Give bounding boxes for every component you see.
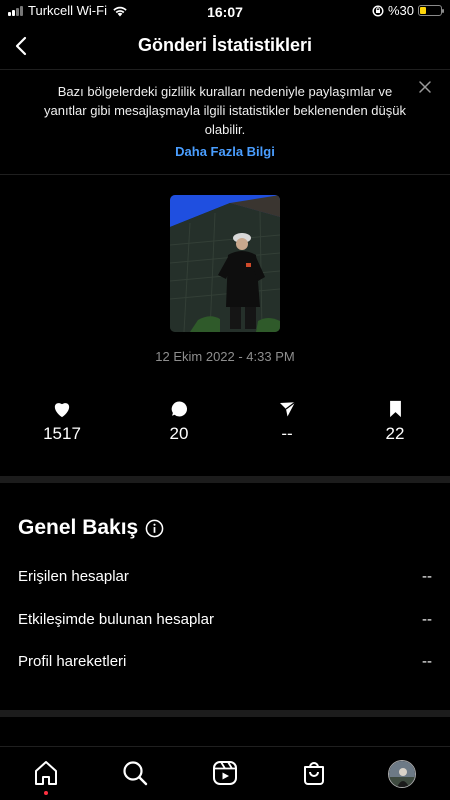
overview-title: Genel Bakış [18, 516, 139, 539]
battery-percent: %30 [387, 3, 414, 18]
section-divider [0, 710, 450, 717]
comments-count: 20 [169, 424, 189, 443]
heart-icon [54, 403, 70, 418]
metric-label: Profil hareketleri [18, 653, 127, 670]
metric-value: -- [422, 611, 432, 628]
search-icon[interactable] [121, 759, 149, 787]
section-divider [0, 476, 450, 483]
info-icon[interactable] [145, 519, 164, 538]
notification-dot [44, 791, 48, 795]
shares-stat: -- [252, 400, 322, 444]
privacy-notice: Bazı bölgelerdeki gizlilik kuralları ned… [0, 70, 450, 175]
metric-label: Erişilen hesaplar [18, 568, 129, 585]
send-icon [279, 401, 295, 417]
likes-count: 1517 [43, 424, 81, 443]
metric-value: -- [422, 653, 432, 670]
reels-icon[interactable] [211, 759, 239, 787]
notice-text: Bazı bölgelerdeki gizlilik kuralları ned… [43, 84, 406, 137]
saves-count: 22 [385, 424, 405, 443]
post-date: 12 Ekim 2022 - 4:33 PM [155, 349, 295, 364]
profile-avatar[interactable] [388, 760, 416, 788]
metric-value: -- [422, 568, 432, 585]
close-icon[interactable] [418, 80, 432, 94]
avatar-image [389, 761, 415, 787]
metric-row-engaged[interactable]: Etkileşimde bulunan hesaplar -- [18, 611, 432, 633]
post-image [170, 195, 280, 332]
status-right: %30 [372, 3, 444, 18]
comments-stat: 20 [144, 400, 214, 444]
shop-icon[interactable] [300, 759, 328, 787]
comment-icon [171, 401, 187, 417]
metric-row-profile-activity[interactable]: Profil hareketleri -- [18, 653, 432, 675]
metric-row-reached[interactable]: Erişilen hesaplar -- [18, 568, 432, 590]
header: Gönderi İstatistikleri [0, 24, 450, 70]
bookmark-icon [389, 400, 401, 418]
bottom-tab-bar [0, 746, 450, 800]
metric-label: Etkileşimde bulunan hesaplar [18, 611, 214, 628]
battery-icon [418, 5, 444, 16]
shares-count: -- [281, 424, 293, 443]
page-title: Gönderi İstatistikleri [137, 35, 313, 55]
saves-stat: 22 [360, 400, 430, 444]
orientation-lock-icon [372, 4, 384, 17]
battery-fill [420, 7, 426, 14]
status-bar: Turkcell Wi-Fi 16:07 %30 [0, 0, 450, 24]
likes-stat: 1517 [27, 400, 97, 444]
post-thumbnail[interactable] [170, 195, 280, 332]
learn-more-link[interactable]: Daha Fazla Bilgi [0, 144, 450, 159]
home-icon[interactable] [32, 759, 60, 787]
